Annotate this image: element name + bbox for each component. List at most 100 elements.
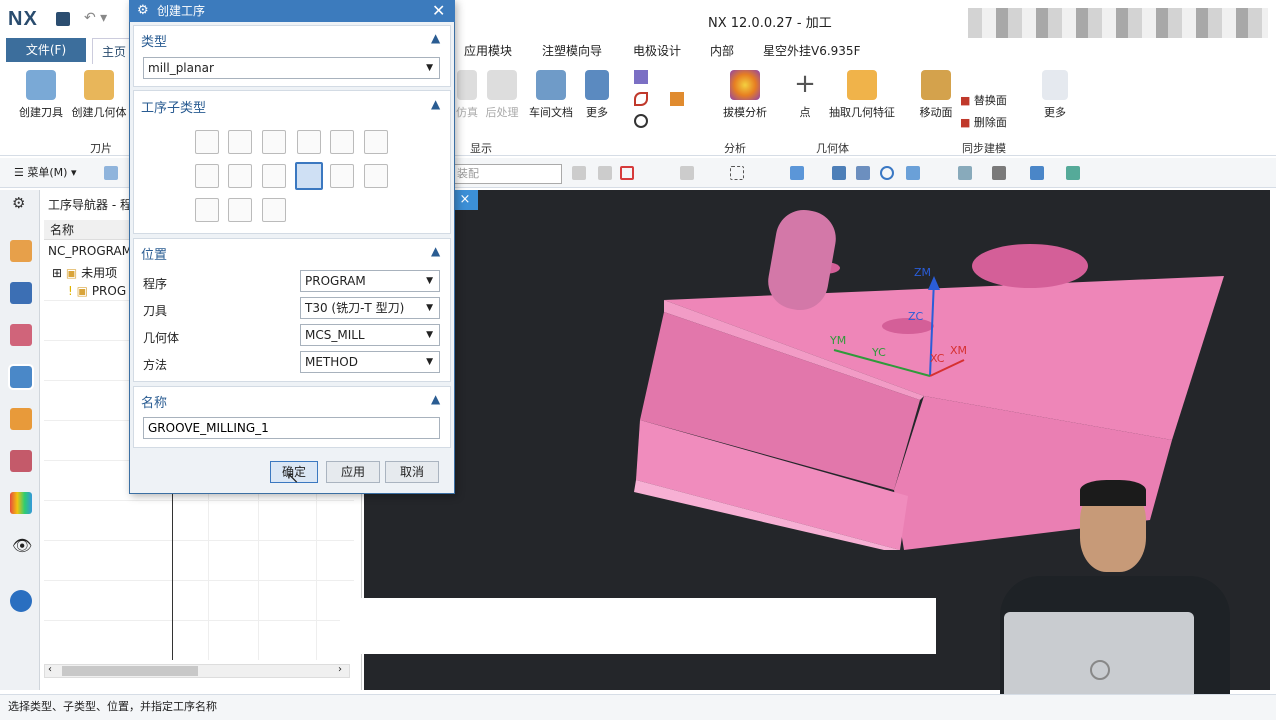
snap-icon-1[interactable] <box>572 166 586 180</box>
more-button-1[interactable]: 更多 <box>580 70 614 120</box>
selection-combo[interactable]: 装配 <box>452 164 562 184</box>
tree-row-nc-program[interactable]: NC_PROGRAM <box>48 244 132 258</box>
dialog-title[interactable]: 创建工序 <box>129 0 455 22</box>
scroll-right-icon[interactable]: › <box>338 664 342 675</box>
face-milling-icon[interactable] <box>262 130 286 154</box>
reuse-library-icon[interactable] <box>10 408 32 430</box>
machine-navigator-icon[interactable] <box>10 282 32 304</box>
more-button-2[interactable]: 更多 <box>1036 70 1074 120</box>
draft-analysis-button[interactable]: 拔模分析 <box>720 70 770 120</box>
replace-face-button[interactable]: ■ 替换面 <box>960 92 1007 108</box>
tool-dropdown[interactable]: T30 (铣刀-T 型刀) ▼ <box>300 297 440 319</box>
history-icon[interactable] <box>10 450 32 472</box>
planar-mill-icon[interactable] <box>330 130 354 154</box>
floor-wall-is-icon[interactable] <box>228 130 252 154</box>
delete-face-icon: ■ <box>960 116 971 129</box>
dialog-gear-icon[interactable]: ⚙ <box>137 3 149 18</box>
tree-row-program[interactable]: ! ▣ PROG <box>68 284 126 298</box>
tab-file[interactable]: 文件(F) <box>6 38 86 62</box>
move-face-button[interactable]: 移动面 <box>916 70 956 120</box>
method-dropdown[interactable]: METHOD ▼ <box>300 351 440 373</box>
point-button[interactable]: + 点 <box>790 70 820 120</box>
planar-text-icon[interactable] <box>195 198 219 222</box>
tab-applications[interactable]: 应用模块 <box>464 42 512 59</box>
clean-up-corners-icon[interactable] <box>195 164 219 188</box>
shop-doc-button[interactable]: 车间文档 <box>526 70 576 120</box>
collapse-icon[interactable]: ▲ <box>431 392 440 406</box>
select-icon <box>634 70 648 84</box>
expand-icon[interactable]: ⊞ <box>52 266 62 280</box>
planar-profile-icon[interactable] <box>364 130 388 154</box>
palette-icon[interactable] <box>10 492 32 514</box>
presenter-video <box>920 480 1260 720</box>
grid-line <box>44 620 354 621</box>
menu-button[interactable]: ☰ 菜单(M) ▾ <box>14 164 76 180</box>
tab-plugin[interactable]: 星空外挂V6.935F <box>763 42 860 59</box>
scrollbar-thumb[interactable] <box>62 666 198 676</box>
program-dropdown[interactable]: PROGRAM ▼ <box>300 270 440 292</box>
section-icon[interactable] <box>1066 166 1080 180</box>
groove-milling-icon[interactable] <box>295 162 323 190</box>
post-button[interactable]: 后处理 <box>482 70 522 120</box>
part-navigator-icon[interactable] <box>8 364 34 390</box>
layout-icon[interactable] <box>958 166 972 180</box>
collapse-icon[interactable]: ▲ <box>431 31 440 45</box>
floor-wall-icon[interactable] <box>195 130 219 154</box>
type-dropdown[interactable]: mill_planar ▼ <box>143 57 440 79</box>
folder-icon: ▣ <box>76 284 88 298</box>
subtype-section-title[interactable]: 工序子类型 <box>141 97 206 116</box>
snap-icon-3[interactable] <box>620 166 634 180</box>
snap-icon-4[interactable] <box>680 166 694 180</box>
rotate-icon[interactable] <box>880 166 894 180</box>
extract-geometry-button[interactable]: 抽取几何特征 <box>826 70 898 120</box>
pan-icon[interactable] <box>906 166 920 180</box>
tree-row-unused[interactable]: ⊞ ▣ 未用项 <box>52 264 117 281</box>
create-geometry-button[interactable]: 创建几何体 <box>70 70 128 120</box>
mill-user-icon[interactable] <box>262 198 286 222</box>
operation-navigator-icon[interactable] <box>10 240 32 262</box>
finish-walls-icon[interactable] <box>228 164 252 188</box>
delete-face-button[interactable]: ■ 删除面 <box>960 114 1007 130</box>
save-icon[interactable] <box>56 12 70 26</box>
small-tools[interactable] <box>634 68 694 134</box>
render-style-icon[interactable] <box>992 166 1006 180</box>
viewport-tab-close[interactable]: × <box>452 190 478 210</box>
hole-milling-icon[interactable] <box>330 164 354 188</box>
simulate-button[interactable]: 仿真 <box>456 70 478 120</box>
type-section-title[interactable]: 类型 <box>141 31 167 50</box>
dialog-close-icon[interactable]: ✕ <box>432 1 445 20</box>
name-section-title[interactable]: 名称 <box>141 392 167 411</box>
collapse-icon[interactable]: ▲ <box>431 97 440 111</box>
resource-bar <box>0 190 40 690</box>
selection-filter-icon[interactable] <box>104 166 118 180</box>
fit-view-icon[interactable] <box>832 166 846 180</box>
view-orient-icon[interactable] <box>1030 166 1044 180</box>
settings-gear-icon[interactable]: ⚙ <box>12 194 25 212</box>
collapse-icon[interactable]: ▲ <box>431 244 440 258</box>
tab-mold-wizard[interactable]: 注塑模向导 <box>542 42 602 59</box>
cancel-button[interactable]: 取消 <box>385 461 439 483</box>
scroll-left-icon[interactable]: ‹ <box>48 664 52 675</box>
cube-icon[interactable] <box>790 166 804 180</box>
apply-button[interactable]: 应用 <box>326 461 380 483</box>
box-select-icon[interactable] <box>730 166 744 180</box>
tool-navigator-icon[interactable] <box>10 324 32 346</box>
tab-internal[interactable]: 内部 <box>710 42 734 59</box>
create-tool-button[interactable]: 创建刀具 <box>16 70 66 120</box>
folder-icon: ▣ <box>65 266 78 280</box>
part-hole-large <box>972 244 1088 288</box>
zoom-icon[interactable] <box>856 166 870 180</box>
thread-milling-icon[interactable] <box>364 164 388 188</box>
geometry-dropdown[interactable]: MCS_MILL ▼ <box>300 324 440 346</box>
navigator-title: 工序导航器 - 程 <box>48 198 132 212</box>
undo-icon[interactable]: ↶ ▾ <box>84 10 107 26</box>
operation-name-input[interactable] <box>143 417 440 439</box>
location-section-title[interactable]: 位置 <box>141 244 167 263</box>
snap-icon-2[interactable] <box>598 166 612 180</box>
info-icon[interactable] <box>10 590 32 612</box>
finish-floor-icon[interactable] <box>262 164 286 188</box>
face-milling-manual-icon[interactable] <box>297 130 321 154</box>
tab-electrode[interactable]: 电极设计 <box>633 42 681 59</box>
eye-icon[interactable]: 👁 <box>12 536 32 555</box>
mill-control-icon[interactable] <box>228 198 252 222</box>
